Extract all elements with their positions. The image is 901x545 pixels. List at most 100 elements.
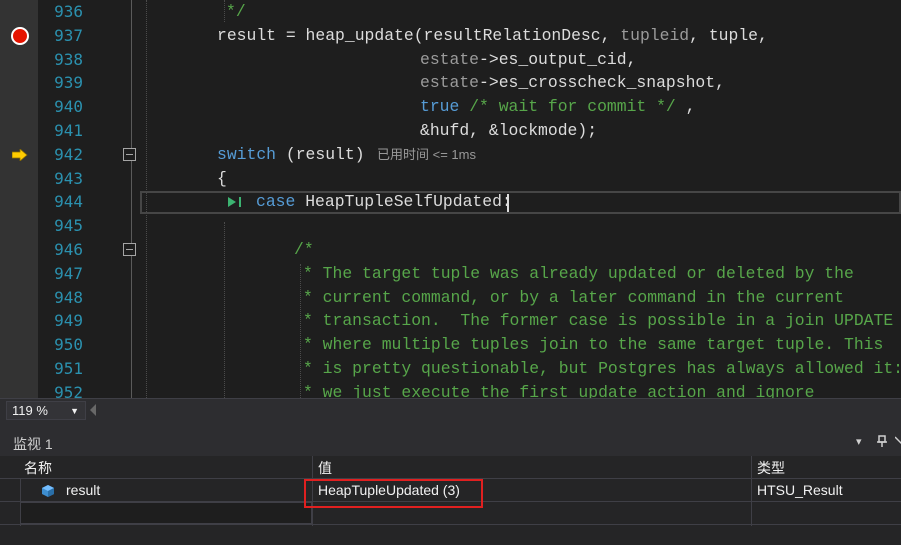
line-number: 944 <box>54 192 83 212</box>
watch-title: 监视 1 <box>13 436 53 452</box>
code-token: */ <box>226 2 246 21</box>
code-line[interactable]: 942 已用时间 <= 1ms switch (result) <box>0 143 901 167</box>
code-text[interactable]: &hufd, &lockmode); <box>420 119 597 143</box>
scroll-left-icon[interactable] <box>90 404 96 416</box>
code-token: * is pretty questionable, but Postgres h… <box>303 359 901 378</box>
code-text[interactable]: * current command, or by a later command… <box>303 286 844 310</box>
code-line[interactable]: 938 estate->es_output_cid, <box>0 48 901 72</box>
code-text[interactable]: * where multiple tuples join to the same… <box>303 333 883 357</box>
column-header-name[interactable]: 名称 <box>24 458 52 478</box>
code-line[interactable]: 939 estate->es_crosscheck_snapshot, <box>0 71 901 95</box>
column-header-row: 名称 值 类型 <box>0 456 901 479</box>
code-token: , tuple, <box>689 25 768 45</box>
code-line[interactable]: 949 * transaction. The former case is pos… <box>0 309 901 333</box>
collapse-icon[interactable] <box>123 243 136 256</box>
watch-title-bar: 监视 1 ▾ <box>0 430 901 456</box>
code-token: { <box>217 168 227 188</box>
line-number: 942 <box>54 144 83 164</box>
code-text[interactable]: switch (result) <box>217 143 365 167</box>
code-token: (result) <box>276 144 365 164</box>
line-number: 943 <box>54 168 83 188</box>
code-token: switch <box>217 144 277 164</box>
collapse-icon[interactable] <box>123 147 136 161</box>
line-number: 952 <box>54 382 83 398</box>
line-number: 945 <box>54 216 83 236</box>
code-text[interactable]: true /* wait for commit */ , <box>420 95 695 119</box>
code-token: &hufd, &lockmode); <box>420 121 598 140</box>
code-line[interactable]: 940 true /* wait for commit */ , <box>0 95 901 119</box>
add-watch-input[interactable] <box>20 502 312 524</box>
code-line[interactable]: 937 result = heap_update(resultRelationDe… <box>0 24 901 48</box>
code-token: * where multiple tuples join to the same… <box>303 335 884 355</box>
code-token: ->es_output_cid, <box>479 49 637 69</box>
code-line[interactable]: 946 /* <box>0 238 901 262</box>
code-line[interactable]: 950 * where multiple tuples join to the s… <box>0 333 901 357</box>
line-number: 941 <box>54 121 83 140</box>
line-number: 951 <box>54 359 83 378</box>
code-token: /* <box>294 240 314 259</box>
code-line[interactable]: 945 <box>0 214 901 238</box>
line-number: 939 <box>54 73 83 93</box>
pin-icon[interactable] <box>876 435 888 451</box>
code-token: * The target tuple was already updated o… <box>303 263 854 283</box>
code-token: case <box>256 192 296 212</box>
line-number: 940 <box>54 97 83 117</box>
line-number: 936 <box>54 2 83 21</box>
code-text[interactable]: result = heap_update(resultRelationDesc,… <box>217 24 768 48</box>
code-token: ->es_crosscheck_snapshot, <box>479 73 725 93</box>
perf-tip[interactable]: 已用时间 <= 1ms <box>377 143 476 167</box>
code-token: estate <box>420 73 480 93</box>
code-text[interactable]: * we just execute the first update actio… <box>303 381 814 398</box>
text-caret <box>507 194 509 212</box>
line-number: 950 <box>54 335 83 355</box>
code-line[interactable]: 941 &hufd, &lockmode); <box>0 119 901 143</box>
line-number: 937 <box>54 25 83 45</box>
field-icon <box>42 485 54 497</box>
watch-panel: 监视 1 ▾ 名称 值 类型 result HeapTupleUpdated (… <box>0 430 901 545</box>
watch-name[interactable]: result <box>66 482 100 498</box>
code-token: * transaction. The former case is possib… <box>303 311 894 331</box>
execution-arrow-icon[interactable] <box>12 148 28 161</box>
code-line[interactable]: 944 case HeapTupleSelfUpdated: <box>0 190 901 214</box>
value-highlight-box <box>304 479 483 508</box>
code-line[interactable]: 943 { <box>0 167 901 191</box>
horizontal-scrollbar[interactable] <box>100 405 900 417</box>
editor-status-strip: 119 % ▼ <box>0 398 901 422</box>
code-token: * we just execute the first update actio… <box>303 382 815 398</box>
run-to-cursor-icon[interactable] <box>226 195 246 209</box>
code-text[interactable]: estate->es_output_cid, <box>420 48 636 72</box>
watch-type: HTSU_Result <box>757 482 843 498</box>
code-text[interactable]: * The target tuple was already updated o… <box>303 262 854 286</box>
code-token: estate <box>420 49 480 69</box>
code-token: result = heap_update(resultRelationDesc, <box>217 25 621 45</box>
code-text[interactable]: estate->es_crosscheck_snapshot, <box>420 71 725 95</box>
code-text[interactable]: */ <box>226 0 246 24</box>
code-token: tupleid <box>620 25 690 45</box>
line-number: 938 <box>54 49 83 69</box>
code-editor[interactable]: 936 */ 937 result = heap_update(resultRelat… <box>0 0 901 398</box>
zoom-dropdown[interactable]: 119 % ▼ <box>6 401 86 420</box>
code-text[interactable]: case HeapTupleSelfUpdated: <box>256 190 512 214</box>
panel-splitter[interactable] <box>0 422 901 430</box>
code-text[interactable]: * transaction. The former case is possib… <box>303 309 893 333</box>
code-text[interactable]: { <box>217 167 227 191</box>
chevron-down-icon[interactable]: ▼ <box>70 403 79 420</box>
code-token: * current command, or by a later command… <box>303 287 844 307</box>
code-line[interactable]: 947 * The target tuple was already update… <box>0 262 901 286</box>
column-header-type[interactable]: 类型 <box>757 458 785 478</box>
line-number: 946 <box>54 240 83 259</box>
code-line[interactable]: 952 * we just execute the first update ac… <box>0 381 901 398</box>
column-header-value[interactable]: 值 <box>318 458 332 478</box>
dropdown-icon[interactable]: ▾ <box>856 435 862 448</box>
code-line[interactable]: 936 */ <box>0 0 901 24</box>
code-line[interactable]: 948 * current command, or by a later comm… <box>0 286 901 310</box>
code-line[interactable]: 951 * is pretty questionable, but Postgre… <box>0 357 901 381</box>
code-text[interactable]: * is pretty questionable, but Postgres h… <box>303 357 901 381</box>
close-icon[interactable] <box>894 435 901 449</box>
code-text[interactable]: /* <box>294 238 314 262</box>
code-token: /* wait for commit */ <box>459 97 676 117</box>
breakpoint-icon[interactable] <box>11 26 29 45</box>
zoom-value: 119 % <box>12 403 48 418</box>
line-number: 949 <box>54 311 83 331</box>
code-token: HeapTupleSelfUpdated: <box>295 192 512 212</box>
